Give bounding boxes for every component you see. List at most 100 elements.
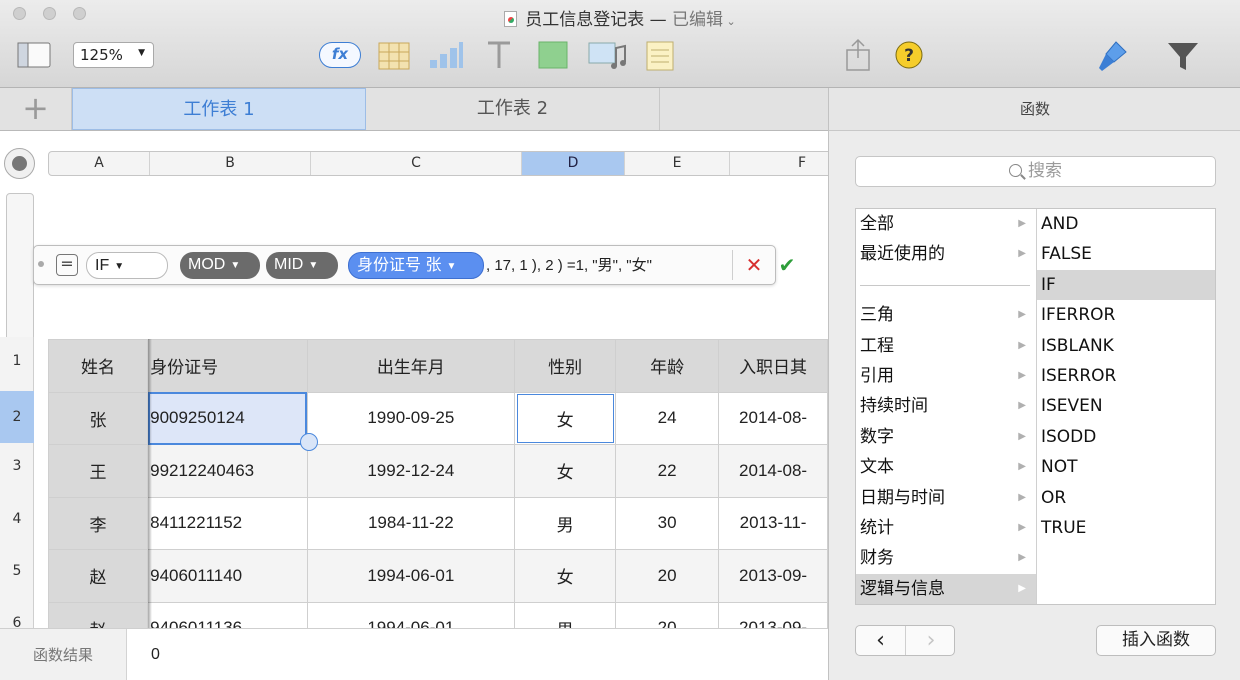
gender-cell[interactable]: 男: [514, 496, 617, 550]
chart-icon[interactable]: [428, 40, 464, 70]
category-item[interactable]: 最近使用的 ▶: [856, 239, 1036, 269]
category-item[interactable]: 日期与时间 ▶: [856, 483, 1036, 513]
text-icon[interactable]: [485, 40, 513, 70]
gender-cell[interactable]: 女: [514, 549, 617, 603]
gender-cell[interactable]: 女: [514, 391, 617, 445]
help-icon[interactable]: ?: [894, 40, 924, 70]
zoom-select[interactable]: 125% ▼: [73, 42, 154, 68]
table-icon[interactable]: [378, 42, 410, 70]
column-header-e[interactable]: E: [625, 152, 730, 175]
category-item[interactable]: 三角 ▶: [856, 300, 1036, 330]
function-item[interactable]: ISBLANK: [1037, 331, 1215, 361]
share-icon[interactable]: [845, 38, 871, 72]
function-item[interactable]: OR: [1037, 483, 1215, 513]
fill-handle[interactable]: [300, 433, 318, 451]
birth-cell[interactable]: 1992-12-24: [306, 444, 516, 498]
age-cell[interactable]: 20: [615, 549, 720, 603]
category-item[interactable]: 统计 ▶: [856, 513, 1036, 543]
hire-cell[interactable]: 2014-08-: [718, 444, 828, 498]
row-header-2[interactable]: 2: [0, 391, 34, 443]
insert-function-button[interactable]: 插入函数: [1096, 625, 1216, 656]
category-item-selected[interactable]: 逻辑与信息 ▶: [856, 573, 1036, 605]
hire-cell[interactable]: 2013-09-: [718, 549, 828, 603]
row-header-4[interactable]: 4: [0, 511, 34, 527]
row-header-5[interactable]: 5: [0, 563, 34, 579]
function-search-input[interactable]: 搜索: [855, 156, 1216, 187]
header-cell[interactable]: 入职日其: [718, 339, 828, 393]
formula-text[interactable]: , 17, 1 ), 2 ) =1, "男", "女": [486, 252, 652, 279]
header-cell[interactable]: 年龄: [615, 339, 720, 393]
row-header-6[interactable]: 6: [0, 615, 34, 628]
category-item[interactable]: 文本 ▶: [856, 452, 1036, 482]
category-item[interactable]: 财务 ▶: [856, 543, 1036, 573]
function-token-mod[interactable]: MOD ▼: [180, 252, 260, 279]
function-item[interactable]: ISEVEN: [1037, 391, 1215, 421]
header-cell[interactable]: 姓名: [47, 339, 149, 393]
function-item[interactable]: FALSE: [1037, 239, 1215, 269]
hire-cell[interactable]: 2013-11-: [718, 496, 828, 550]
birth-cell[interactable]: 1994-06-01: [306, 601, 516, 628]
format-brush-icon[interactable]: [1094, 38, 1130, 74]
column-header-d[interactable]: D: [522, 152, 625, 175]
tab-sheet-2[interactable]: 工作表 2: [366, 88, 660, 130]
name-cell[interactable]: 李: [47, 496, 149, 550]
shape-icon[interactable]: [538, 41, 568, 69]
age-cell[interactable]: 30: [615, 496, 720, 550]
gender-cell[interactable]: 男: [514, 601, 617, 628]
function-item[interactable]: IFERROR: [1037, 300, 1215, 330]
name-cell[interactable]: 张: [47, 391, 149, 445]
id-cell[interactable]: 8411221152: [147, 496, 308, 550]
select-all-button[interactable]: [4, 148, 35, 179]
media-icon[interactable]: [588, 40, 628, 70]
sidebar-toggle-icon[interactable]: [17, 42, 51, 68]
cancel-icon[interactable]: ✕: [743, 252, 765, 278]
add-sheet-button[interactable]: +: [0, 88, 72, 130]
comment-icon[interactable]: [646, 41, 674, 71]
category-item[interactable]: 数字 ▶: [856, 422, 1036, 452]
function-item[interactable]: TRUE: [1037, 513, 1215, 543]
column-header-f[interactable]: F: [730, 152, 828, 175]
function-item[interactable]: ISERROR: [1037, 361, 1215, 391]
header-cell[interactable]: 性别: [514, 339, 617, 393]
back-button[interactable]: ‹: [856, 626, 906, 655]
function-token-if[interactable]: IF ▼: [86, 252, 168, 279]
name-cell[interactable]: 赵: [47, 601, 149, 628]
accept-icon[interactable]: ✔: [776, 252, 798, 278]
hire-cell[interactable]: 2014-08-: [718, 391, 828, 445]
function-item[interactable]: NOT: [1037, 452, 1215, 482]
chevron-down-icon[interactable]: ⌄: [723, 15, 736, 28]
birth-cell[interactable]: 1994-06-01: [306, 549, 516, 603]
column-header-a[interactable]: A: [49, 152, 150, 175]
id-cell[interactable]: 9406011136: [147, 601, 308, 628]
function-button[interactable]: fx: [319, 42, 361, 68]
category-item[interactable]: 全部 ▶: [856, 209, 1036, 239]
column-header-b[interactable]: B: [150, 152, 311, 175]
header-cell[interactable]: 身份证号: [147, 339, 308, 393]
drag-handle[interactable]: [38, 261, 44, 267]
tab-sheet-1[interactable]: 工作表 1: [72, 88, 366, 130]
equals-icon[interactable]: =: [56, 254, 78, 276]
column-header-c[interactable]: C: [311, 152, 522, 175]
gender-cell[interactable]: 女: [514, 444, 617, 498]
id-cell[interactable]: 9406011140: [147, 549, 308, 603]
category-item[interactable]: 持续时间 ▶: [856, 391, 1036, 421]
header-cell[interactable]: 出生年月: [306, 339, 516, 393]
age-cell[interactable]: 22: [615, 444, 720, 498]
cell-reference-token[interactable]: 身份证号 张 ▼: [348, 252, 484, 279]
formula-editor[interactable]: = IF ▼ MOD ▼ MID ▼ 身份证号 张 ▼ , 17, 1 ), 2 ) =…: [33, 245, 795, 285]
name-cell[interactable]: 赵: [47, 549, 149, 603]
name-cell[interactable]: 王: [47, 444, 149, 498]
age-cell[interactable]: 20: [615, 601, 720, 628]
forward-button[interactable]: ›: [906, 626, 956, 655]
filter-icon[interactable]: [1166, 40, 1200, 72]
id-cell[interactable]: 9009250124: [147, 391, 308, 445]
function-item[interactable]: ISODD: [1037, 422, 1215, 452]
birth-cell[interactable]: 1984-11-22: [306, 496, 516, 550]
birth-cell[interactable]: 1990-09-25: [306, 391, 516, 445]
function-item[interactable]: AND: [1037, 209, 1215, 239]
row-header-3[interactable]: 3: [0, 458, 34, 474]
id-cell[interactable]: 99212240463: [147, 444, 308, 498]
edit-status[interactable]: 已编辑: [672, 10, 723, 30]
age-cell[interactable]: 24: [615, 391, 720, 445]
hire-cell[interactable]: 2013-09-: [718, 601, 828, 628]
